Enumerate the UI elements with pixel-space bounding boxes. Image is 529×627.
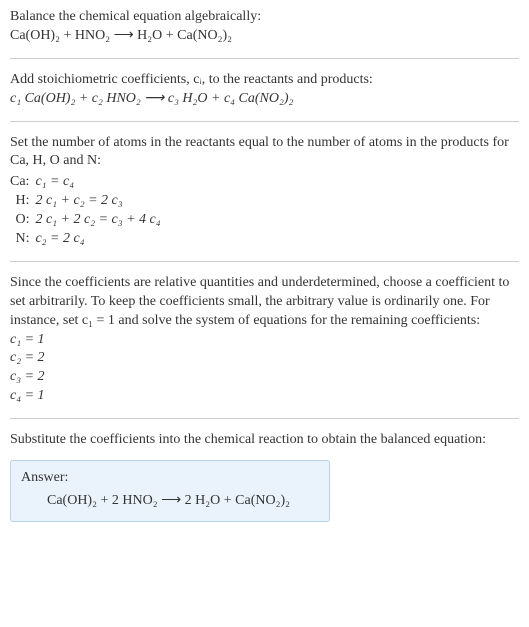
step-substitute-text: Substitute the coefficients into the che… — [10, 431, 519, 450]
element-label: H: — [10, 192, 35, 211]
balance-equation: 2 c₁ + c₂ = 2 c₃ — [35, 192, 166, 211]
step-add-coeffs-text: Add stoichiometric coefficients, cᵢ, to … — [10, 71, 519, 90]
atom-balance-table: Ca: c₁ = c₄ H: 2 c₁ + c₂ = 2 c₃ O: 2 c₁ … — [10, 173, 167, 249]
prompt-line: Balance the chemical equation algebraica… — [10, 8, 519, 27]
divider — [10, 121, 519, 122]
unbalanced-reaction: Ca(OH)₂ + HNO₂ ⟶ H₂O + Ca(NO₂)₂ — [10, 27, 519, 46]
solution-list: c₁ = 1 c₂ = 2 c₃ = 2 c₄ = 1 — [10, 331, 519, 407]
table-row: N: c₂ = 2 c₄ — [10, 230, 167, 249]
step-solve-text: Since the coefficients are relative quan… — [10, 274, 519, 331]
solution-item: c₂ = 2 — [10, 349, 519, 368]
table-row: O: 2 c₁ + 2 c₂ = c₃ + 4 c₄ — [10, 211, 167, 230]
balance-equation: 2 c₁ + 2 c₂ = c₃ + 4 c₄ — [35, 211, 166, 230]
table-row: Ca: c₁ = c₄ — [10, 173, 167, 192]
element-label: N: — [10, 230, 35, 249]
step-atom-balance-text: Set the number of atoms in the reactants… — [10, 134, 519, 172]
reaction-with-coeffs: c₁ Ca(OH)₂ + c₂ HNO₂ ⟶ c₃ H₂O + c₄ Ca(NO… — [10, 90, 519, 109]
table-row: H: 2 c₁ + c₂ = 2 c₃ — [10, 192, 167, 211]
element-label: Ca: — [10, 173, 35, 192]
balance-equation: c₁ = c₄ — [35, 173, 166, 192]
element-label: O: — [10, 211, 35, 230]
divider — [10, 58, 519, 59]
divider — [10, 261, 519, 262]
solution-item: c₃ = 2 — [10, 368, 519, 387]
answer-label: Answer: — [21, 469, 319, 488]
divider — [10, 418, 519, 419]
balanced-equation: Ca(OH)₂ + 2 HNO₂ ⟶ 2 H₂O + Ca(NO₂)₂ — [21, 492, 319, 511]
balance-equation: c₂ = 2 c₄ — [35, 230, 166, 249]
answer-box: Answer: Ca(OH)₂ + 2 HNO₂ ⟶ 2 H₂O + Ca(NO… — [10, 460, 330, 522]
solution-item: c₁ = 1 — [10, 331, 519, 350]
solution-item: c₄ = 1 — [10, 387, 519, 406]
